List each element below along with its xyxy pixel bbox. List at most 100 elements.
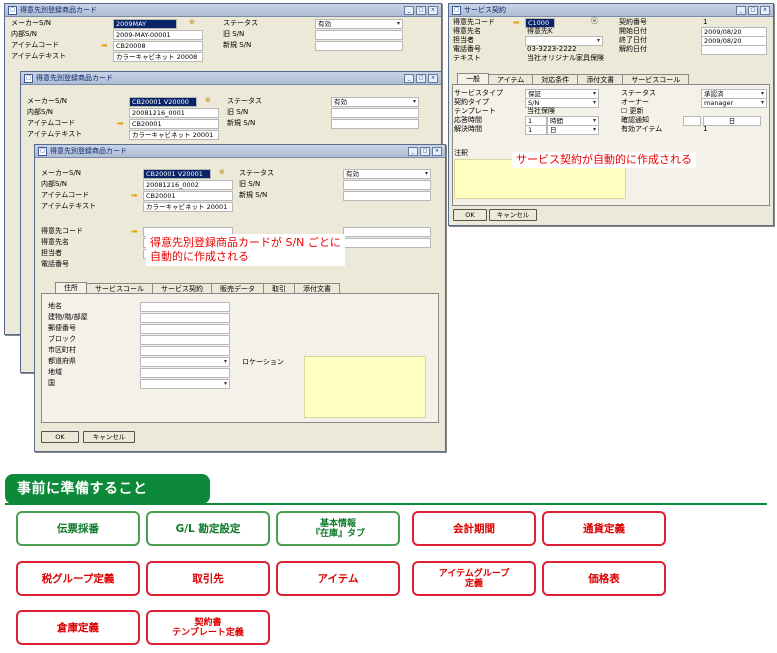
ok-button[interactable]: OK [453,209,487,221]
card-tax-groups[interactable]: 税グループ定義 [16,561,140,596]
card-general-inventory-tab[interactable]: 基本情報 『在庫』タブ [276,511,400,546]
minimize-icon[interactable]: _ [404,5,414,15]
address-label-4: ブロック [48,335,76,343]
location-text-area[interactable] [304,356,426,418]
address-field-1[interactable] [140,302,230,312]
template-label: テンプレート [454,107,496,115]
internal-sn-field[interactable]: 20081216_0002 [143,180,233,190]
cancel-button[interactable]: キャンセル [83,431,135,443]
address-field-2[interactable] [140,313,230,323]
start-date-label: 開始日付 [619,27,647,35]
maximize-icon[interactable]: □ [420,146,430,156]
search-icon[interactable]: ⓔ [591,17,598,26]
prefecture-select[interactable] [140,357,230,367]
section-title: 事前に準備すること [5,474,210,504]
close-icon[interactable]: × [760,5,770,15]
address-field-7[interactable] [140,368,230,378]
annotation-service-contract: サービス契約が自動的に作成される [512,152,696,168]
minimize-icon[interactable]: _ [736,5,746,15]
contract-no-label: 契約番号 [619,18,647,26]
close-icon[interactable]: × [428,73,438,83]
item-text-field[interactable]: カラーキャビネット 20008 [113,52,203,62]
window-title: 得意先別登録商品カード [50,147,127,155]
card-warehouses[interactable]: 倉庫定義 [16,610,140,645]
maximize-icon[interactable]: □ [748,5,758,15]
card-document-numbering[interactable]: 伝票採番 [16,511,140,546]
new-sn-field[interactable] [331,119,419,129]
address-panel: 地名 建物/階/部屋 郵便番号 ブロック 市区町村 都道府県 地域 国 ロケーシ… [41,293,439,423]
card-posting-periods[interactable]: 会計期間 [412,511,536,546]
address-field-3[interactable] [140,324,230,334]
link-arrow-icon[interactable]: ➡ [117,119,124,128]
minimize-icon[interactable]: _ [408,146,418,156]
status-label: ステータス [239,169,274,177]
old-sn-field[interactable] [331,108,419,118]
address-label-1: 地名 [48,302,62,310]
old-sn-field[interactable] [343,180,431,190]
close-icon[interactable]: × [428,5,438,15]
right-field-2[interactable] [343,238,431,248]
address-label-8: 国 [48,379,55,387]
old-sn-field[interactable] [315,30,403,40]
renewal-checkbox[interactable]: ☐ 更新 [621,107,644,116]
customer-name-label: 得意先名 [41,238,69,246]
link-icon[interactable]: ⊕ [189,18,195,27]
status-select[interactable]: 有効 [331,97,419,107]
customer-name-value: 得意先K [527,27,553,35]
cancel-date-field[interactable] [701,45,767,55]
address-field-4[interactable] [140,335,230,345]
item-text-field[interactable]: カラーキャビネット 20001 [129,130,219,140]
maker-sn-field[interactable]: CB20001 V20000 [129,97,197,107]
maker-sn-field[interactable]: CB20001 V20001 [143,169,211,179]
item-text-field[interactable]: カラーキャビネット 20001 [143,202,233,212]
item-code-label: アイテムコード [27,119,76,127]
maker-sn-label: メーカーS/N [11,19,52,27]
response-time-label: 応答時間 [454,116,482,124]
resolve-unit-select[interactable]: 日 [547,125,599,135]
country-select[interactable] [140,379,230,389]
link-arrow-icon[interactable]: ➡ [513,18,520,27]
maximize-icon[interactable]: □ [416,73,426,83]
maker-sn-field[interactable]: 2009MAY [113,19,177,29]
card-currencies[interactable]: 通貨定義 [542,511,666,546]
card-contract-templates[interactable]: 契約書 テンプレート定義 [146,610,270,645]
old-sn-label: 旧 S/N [223,30,245,38]
service-contract-window: □ サービス契約 _ □ × 得意先コード ➡ C1000 ⓔ 得意先名 得意先K … [448,3,774,226]
internal-sn-field[interactable]: 20081216_0001 [129,108,219,118]
minimize-icon[interactable]: _ [404,73,414,83]
new-sn-field[interactable] [315,41,403,51]
card-items[interactable]: アイテム [276,561,400,596]
item-code-field[interactable]: CB20001 [129,119,219,129]
cancel-button[interactable]: キャンセル [489,209,537,221]
maximize-icon[interactable]: □ [416,5,426,15]
item-code-field[interactable]: CB20001 [143,191,233,201]
card-business-partners[interactable]: 取引先 [146,561,270,596]
old-sn-label: 旧 S/N [239,180,261,188]
link-arrow-icon[interactable]: ➡ [131,227,138,236]
new-sn-field[interactable] [343,191,431,201]
link-icon[interactable]: ⊕ [219,168,225,177]
card-price-lists[interactable]: 価格表 [542,561,666,596]
resolve-time-field[interactable]: 1 [525,125,547,135]
card-item-groups[interactable]: アイテムグループ 定義 [412,561,536,596]
window-title-bar: □ 得意先別登録商品カード _ □ × [35,145,445,158]
item-code-field[interactable]: CB20008 [113,41,203,51]
card-gl-account-settings[interactable]: G/L 勘定設定 [146,511,270,546]
internal-sn-field[interactable]: 2009-MAY-00001 [113,30,203,40]
address-field-5[interactable] [140,346,230,356]
phone-value: 03-3223-2222 [527,45,577,53]
link-arrow-icon[interactable]: ➡ [101,41,108,50]
link-icon[interactable]: ⊕ [205,96,211,105]
close-icon[interactable]: × [432,146,442,156]
owner-select[interactable]: manager [701,98,767,108]
remarks-label: 注釈 [454,149,468,157]
right-field-1[interactable] [343,227,431,237]
confirm-notice-field[interactable] [683,116,701,126]
status-select[interactable]: 有効 [315,19,403,29]
confirm-unit-field[interactable]: 日 [703,116,761,126]
service-type-label: サービスタイプ [454,89,503,97]
link-arrow-icon[interactable]: ➡ [131,191,138,200]
status-select[interactable]: 有効 [343,169,431,179]
maker-sn-label: メーカーS/N [27,97,68,105]
ok-button[interactable]: OK [41,431,79,443]
